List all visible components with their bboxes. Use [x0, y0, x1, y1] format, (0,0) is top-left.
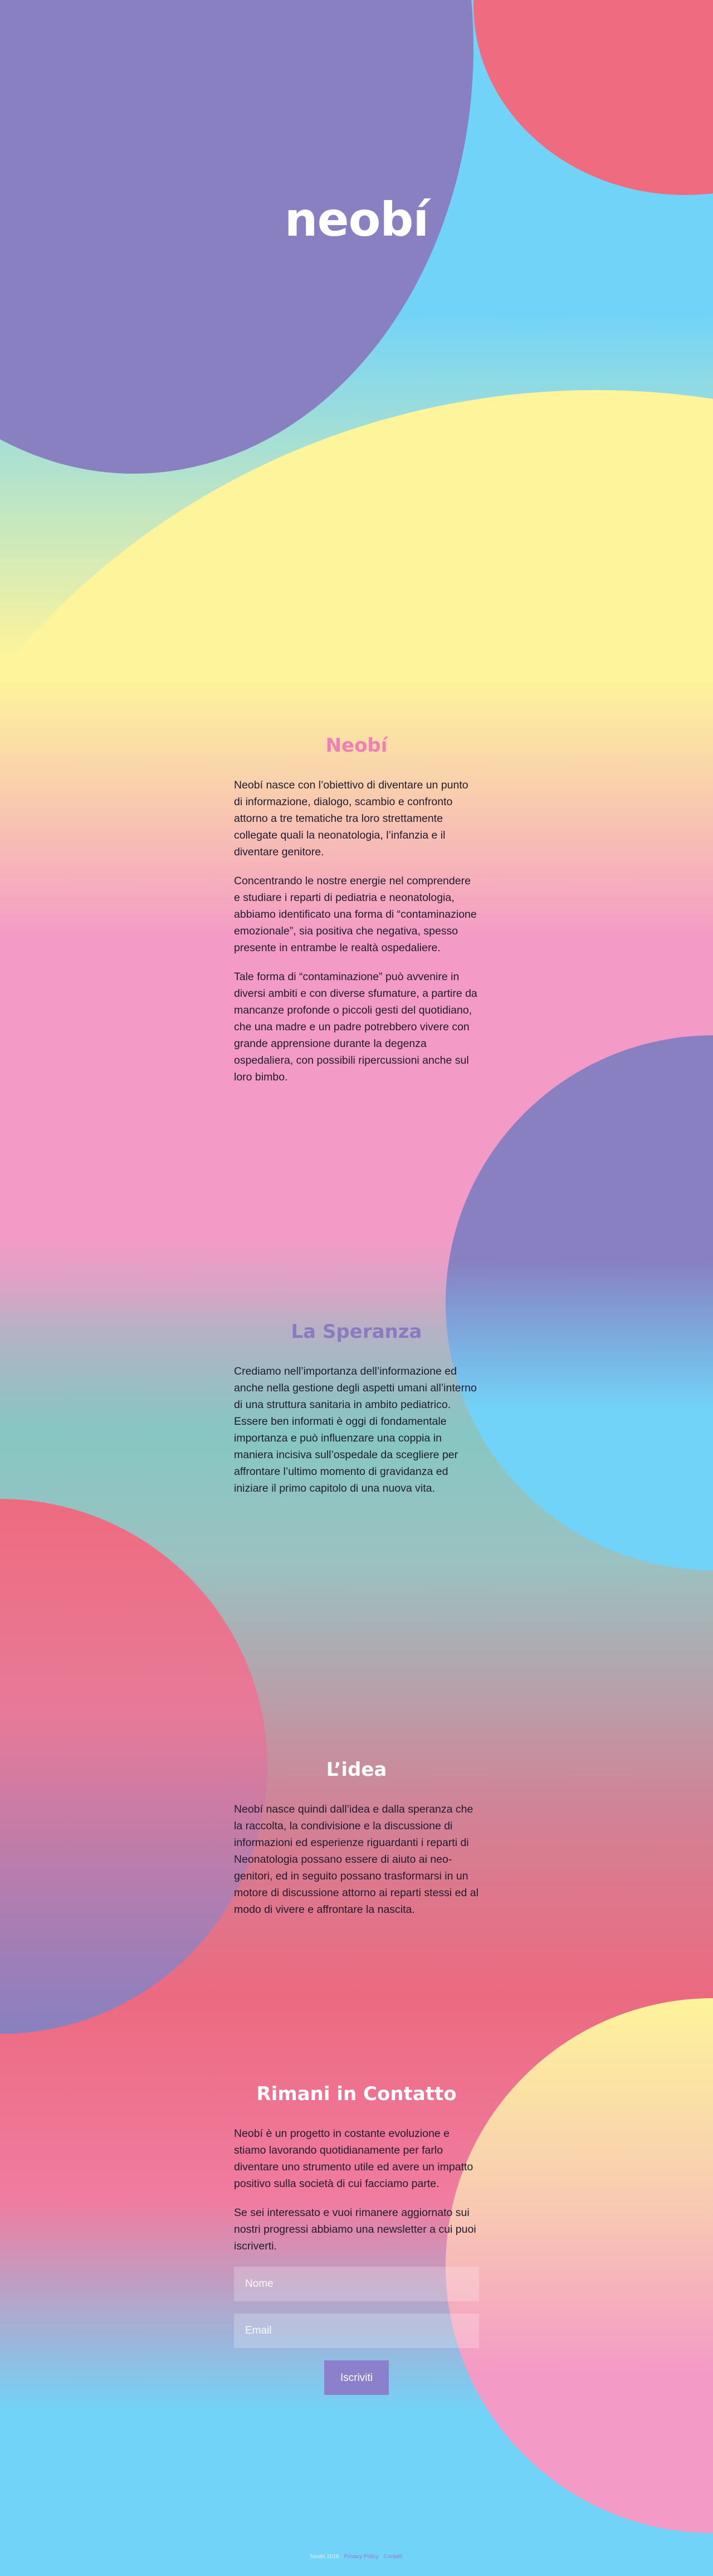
name-field[interactable]: [234, 2267, 479, 2301]
paragraph: Crediamo nell’importanza dell’informazio…: [234, 1365, 477, 1494]
footer-copyright: Neobí 2016 ·: [310, 2554, 344, 2560]
footer-separator: ·: [378, 2554, 384, 2560]
newsletter-form: Iscriviti: [234, 2267, 479, 2395]
section-title: Rimani in Contatto: [256, 2083, 457, 2105]
paragraph: Tale forma di “contaminazione” può avven…: [234, 971, 477, 1083]
section-title: La Speranza: [291, 1321, 422, 1343]
paragraph: Neobí nasce quindi dall’idea e dalla spe…: [234, 1803, 478, 1916]
paragraph: Se sei interessato e vuoi rimanere aggio…: [234, 2207, 476, 2252]
footer: Neobí 2016 · Privacy Policy · Contatti: [0, 2554, 713, 2560]
email-field[interactable]: [234, 2314, 479, 2348]
contacts-link[interactable]: Contatti: [384, 2554, 403, 2560]
submit-wrapper: Iscriviti: [234, 2360, 479, 2395]
section-la-speranza: La Speranza Crediamo nell’importanza del…: [234, 1321, 479, 1509]
page-content: neobí Neobí Neobí nasce con l’obiettivo …: [0, 0, 713, 2576]
neobi-logo[interactable]: neobí: [0, 192, 713, 247]
privacy-policy-link[interactable]: Privacy Policy: [344, 2554, 379, 2560]
section-rimani-in-contatto: Rimani in Contatto Neobí è un progetto i…: [234, 2083, 479, 2395]
section-title: Neobí: [325, 734, 388, 757]
paragraph: Concentrando le nostre energie nel compr…: [234, 875, 477, 954]
section-l-idea: L’idea Neobí nasce quindi dall’idea e da…: [234, 1759, 479, 1930]
section-neobi: Neobí Neobí nasce con l’obiettivo di div…: [234, 734, 479, 1098]
paragraph: Neobí è un progetto in costante evoluzio…: [234, 2127, 473, 2190]
section-title: L’idea: [326, 1759, 387, 1781]
paragraph: Neobí nasce con l’obiettivo di diventare…: [234, 779, 468, 858]
subscribe-button[interactable]: Iscriviti: [324, 2360, 389, 2395]
